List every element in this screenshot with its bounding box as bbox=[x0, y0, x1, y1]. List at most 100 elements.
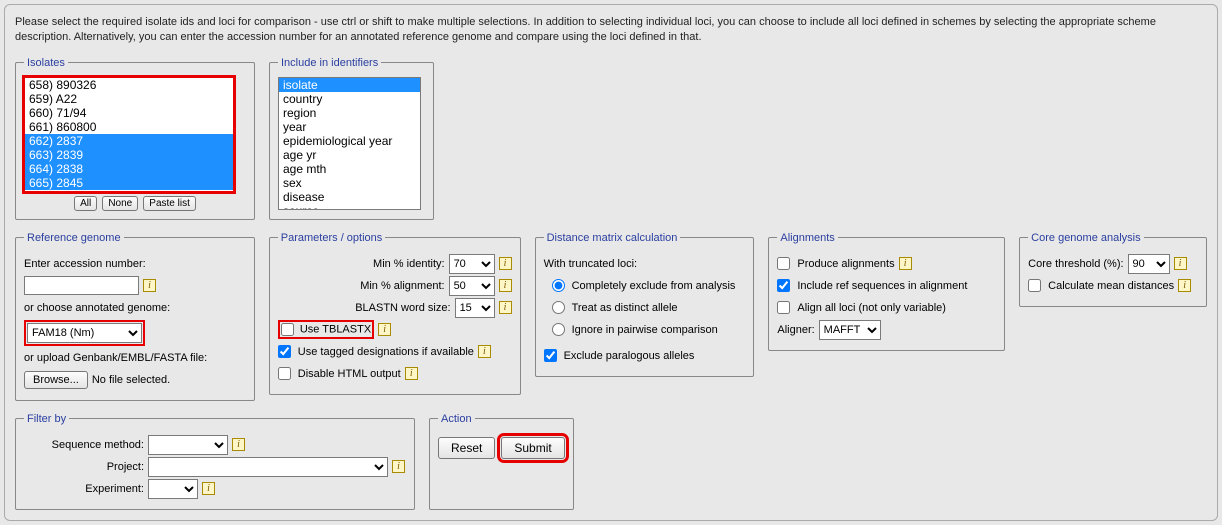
filter-legend: Filter by bbox=[24, 413, 69, 425]
identifier-option[interactable]: country bbox=[279, 92, 420, 106]
produce-alignments-label: Produce alignments bbox=[797, 258, 894, 270]
use-tagged-label: Use tagged designations if available bbox=[298, 346, 474, 358]
isolates-fieldset: Isolates 658) 890326659) A22660) 71/9466… bbox=[15, 57, 255, 220]
identifier-option[interactable]: region bbox=[279, 106, 420, 120]
truncated-exclude-label: Completely exclude from analysis bbox=[572, 280, 736, 292]
min-identity-label: Min % identity: bbox=[373, 258, 445, 270]
enter-accession-label: Enter accession number: bbox=[24, 258, 146, 270]
isolate-option[interactable]: 665) 2845 bbox=[25, 176, 233, 190]
info-icon[interactable]: i bbox=[478, 345, 491, 358]
min-alignment-select[interactable]: 50 bbox=[449, 276, 495, 296]
min-identity-select[interactable]: 70 bbox=[449, 254, 495, 274]
identifier-option[interactable]: age mth bbox=[279, 162, 420, 176]
aligner-label: Aligner: bbox=[777, 324, 814, 336]
truncated-distinct-radio[interactable] bbox=[552, 301, 565, 314]
filter-fieldset: Filter by Sequence method: i Project: i … bbox=[15, 413, 415, 510]
project-label: Project: bbox=[24, 461, 144, 473]
isolates-none-button[interactable]: None bbox=[102, 196, 138, 211]
identifiers-fieldset: Include in identifiers isolatecountryreg… bbox=[269, 57, 434, 220]
core-genome-fieldset: Core genome analysis Core threshold (%):… bbox=[1019, 232, 1207, 307]
identifier-option[interactable]: sex bbox=[279, 176, 420, 190]
action-fieldset: Action Reset Submit bbox=[429, 413, 574, 510]
use-tagged-checkbox[interactable] bbox=[278, 345, 291, 358]
experiment-select[interactable] bbox=[148, 479, 198, 499]
blastn-select[interactable]: 15 bbox=[455, 298, 495, 318]
info-icon[interactable]: i bbox=[499, 279, 512, 292]
isolate-option[interactable]: 659) A22 bbox=[25, 92, 233, 106]
truncated-exclude-radio[interactable] bbox=[552, 279, 565, 292]
info-icon[interactable]: i bbox=[1174, 257, 1187, 270]
refgenome-legend: Reference genome bbox=[24, 232, 124, 244]
isolates-all-button[interactable]: All bbox=[74, 196, 97, 211]
alignments-legend: Alignments bbox=[777, 232, 837, 244]
distance-legend: Distance matrix calculation bbox=[544, 232, 681, 244]
exclude-paralogous-label: Exclude paralogous alleles bbox=[564, 350, 695, 362]
accession-input[interactable] bbox=[24, 276, 139, 295]
project-select[interactable] bbox=[148, 457, 388, 477]
core-threshold-label: Core threshold (%): bbox=[1028, 258, 1123, 270]
or-choose-label: or choose annotated genome: bbox=[24, 302, 170, 314]
identifiers-listbox[interactable]: isolatecountryregionyearepidemiological … bbox=[278, 77, 421, 210]
align-all-checkbox[interactable] bbox=[777, 301, 790, 314]
identifiers-legend: Include in identifiers bbox=[278, 57, 381, 69]
info-icon[interactable]: i bbox=[392, 460, 405, 473]
calc-mean-checkbox[interactable] bbox=[1028, 279, 1041, 292]
with-truncated-label: With truncated loci: bbox=[544, 258, 638, 270]
info-icon[interactable]: i bbox=[378, 323, 391, 336]
aligner-select[interactable]: MAFFT bbox=[819, 320, 881, 340]
reference-genome-fieldset: Reference genome Enter accession number:… bbox=[15, 232, 255, 401]
info-icon[interactable]: i bbox=[232, 438, 245, 451]
browse-button[interactable]: Browse... bbox=[24, 371, 88, 389]
seq-method-label: Sequence method: bbox=[24, 439, 144, 451]
identifier-option[interactable]: isolate bbox=[279, 78, 420, 92]
isolate-option[interactable]: 658) 890326 bbox=[25, 78, 233, 92]
exclude-paralogous-checkbox[interactable] bbox=[544, 349, 557, 362]
identifier-option[interactable]: age yr bbox=[279, 148, 420, 162]
info-icon[interactable]: i bbox=[899, 257, 912, 270]
intro-text: Please select the required isolate ids a… bbox=[15, 15, 1207, 45]
info-icon[interactable]: i bbox=[499, 301, 512, 314]
disable-html-label: Disable HTML output bbox=[298, 368, 401, 380]
align-all-label: Align all loci (not only variable) bbox=[797, 302, 946, 314]
distance-fieldset: Distance matrix calculation With truncat… bbox=[535, 232, 755, 377]
isolate-option[interactable]: 664) 2838 bbox=[25, 162, 233, 176]
blastn-label: BLASTN word size: bbox=[355, 302, 450, 314]
disable-html-checkbox[interactable] bbox=[278, 367, 291, 380]
produce-alignments-checkbox[interactable] bbox=[777, 257, 790, 270]
params-legend: Parameters / options bbox=[278, 232, 386, 244]
info-icon[interactable]: i bbox=[1178, 279, 1191, 292]
annotated-genome-select[interactable]: FAM18 (Nm) bbox=[27, 323, 142, 343]
isolate-option[interactable]: 662) 2837 bbox=[25, 134, 233, 148]
alignments-fieldset: Alignments Produce alignments i Include … bbox=[768, 232, 1005, 351]
truncated-ignore-label: Ignore in pairwise comparison bbox=[572, 324, 718, 336]
truncated-ignore-radio[interactable] bbox=[552, 323, 565, 336]
submit-button[interactable]: Submit bbox=[501, 437, 564, 459]
info-icon[interactable]: i bbox=[499, 257, 512, 270]
info-icon[interactable]: i bbox=[143, 279, 156, 292]
include-ref-checkbox[interactable] bbox=[777, 279, 790, 292]
core-threshold-select[interactable]: 90 bbox=[1128, 254, 1170, 274]
isolate-option[interactable]: 663) 2839 bbox=[25, 148, 233, 162]
use-tblastx-checkbox[interactable] bbox=[281, 323, 294, 336]
action-legend: Action bbox=[438, 413, 475, 425]
isolates-paste-button[interactable]: Paste list bbox=[143, 196, 196, 211]
identifier-option[interactable]: year bbox=[279, 120, 420, 134]
parameters-fieldset: Parameters / options Min % identity: 70 … bbox=[269, 232, 521, 395]
seq-method-select[interactable] bbox=[148, 435, 228, 455]
isolate-option[interactable]: 661) 860800 bbox=[25, 120, 233, 134]
identifier-option[interactable]: epidemiological year bbox=[279, 134, 420, 148]
identifier-option[interactable]: disease bbox=[279, 190, 420, 204]
info-icon[interactable]: i bbox=[202, 482, 215, 495]
truncated-distinct-label: Treat as distinct allele bbox=[572, 302, 678, 314]
main-panel: Please select the required isolate ids a… bbox=[4, 4, 1218, 521]
core-legend: Core genome analysis bbox=[1028, 232, 1143, 244]
min-alignment-label: Min % alignment: bbox=[360, 280, 444, 292]
reset-button[interactable]: Reset bbox=[438, 437, 495, 459]
isolates-listbox[interactable]: 658) 890326659) A22660) 71/94661) 860800… bbox=[24, 77, 234, 192]
include-ref-label: Include ref sequences in alignment bbox=[797, 280, 967, 292]
info-icon[interactable]: i bbox=[405, 367, 418, 380]
isolate-option[interactable]: 660) 71/94 bbox=[25, 106, 233, 120]
use-tblastx-label: Use TBLASTX bbox=[300, 324, 371, 336]
or-upload-label: or upload Genbank/EMBL/FASTA file: bbox=[24, 352, 207, 364]
identifier-option[interactable]: source bbox=[279, 204, 420, 210]
